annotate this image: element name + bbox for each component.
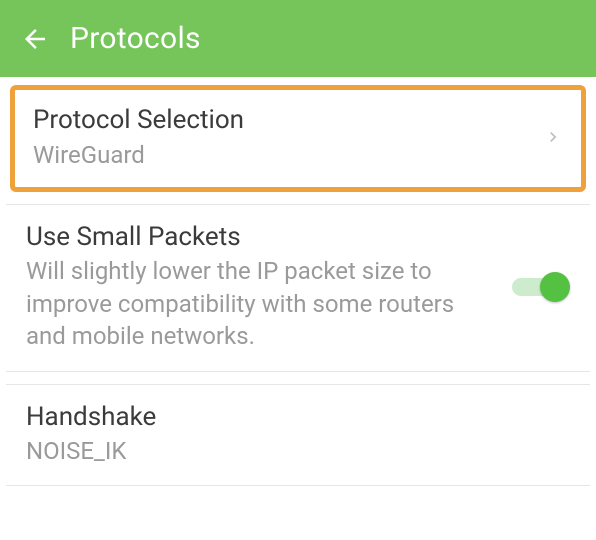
row-texts: Protocol Selection WireGuard	[33, 104, 531, 171]
back-button[interactable]	[18, 22, 52, 56]
row-texts: Use Small Packets Will slightly lower th…	[26, 221, 492, 353]
chevron-right-icon	[543, 121, 563, 153]
row-value: WireGuard	[33, 139, 463, 171]
row-title: Protocol Selection	[33, 104, 531, 137]
row-protocol-selection[interactable]: Protocol Selection WireGuard	[10, 85, 586, 192]
page-title: Protocols	[70, 21, 201, 56]
row-title: Use Small Packets	[26, 221, 492, 254]
row-title: Handshake	[26, 401, 570, 434]
appbar: Protocols	[0, 0, 596, 77]
row-texts: Handshake NOISE_IK	[26, 401, 570, 468]
small-packets-toggle[interactable]	[512, 272, 570, 302]
toggle-thumb	[540, 272, 570, 302]
row-use-small-packets[interactable]: Use Small Packets Will slightly lower th…	[6, 204, 590, 372]
settings-list: Protocol Selection WireGuard Use Small P…	[0, 77, 596, 486]
arrow-left-icon	[20, 24, 50, 54]
row-handshake[interactable]: Handshake NOISE_IK	[6, 384, 590, 487]
row-value: NOISE_IK	[26, 435, 456, 467]
row-description: Will slightly lower the IP packet size t…	[26, 255, 456, 352]
